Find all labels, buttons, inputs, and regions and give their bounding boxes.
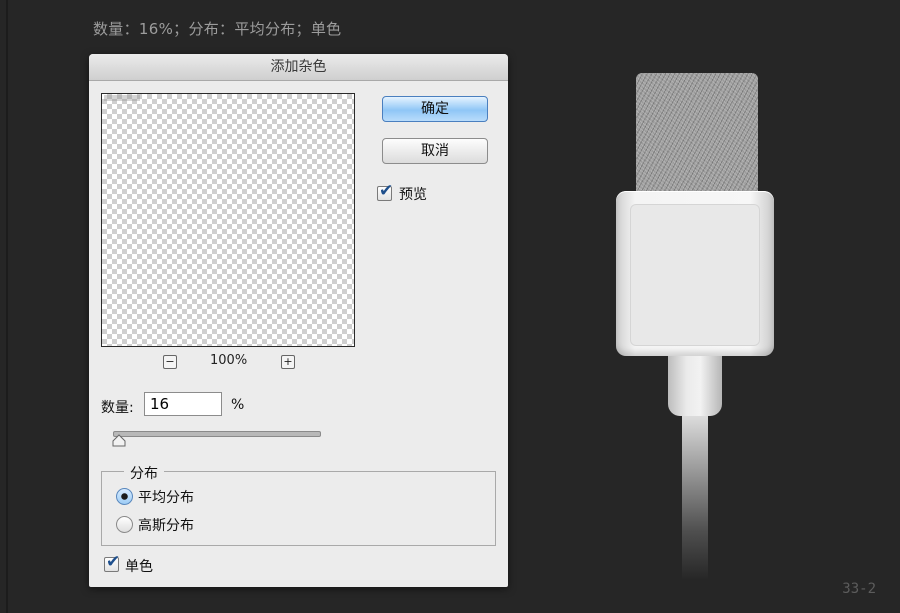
preview-canvas[interactable]: [101, 93, 355, 347]
monochromatic-checkbox[interactable]: ✔: [104, 552, 120, 572]
ok-button[interactable]: 确定: [382, 96, 488, 122]
preview-label: 预览: [399, 187, 427, 203]
amount-label: 数量:: [101, 400, 134, 416]
cancel-button[interactable]: 取消: [382, 138, 488, 164]
slider-thumb-icon[interactable]: [112, 434, 126, 448]
cable: [682, 416, 708, 580]
connector-body: [616, 191, 774, 356]
left-edge-rule: [6, 0, 8, 613]
connector-face: [630, 204, 760, 346]
zoom-out-button[interactable]: −: [163, 355, 177, 369]
checkmark-icon: ✔: [379, 181, 394, 201]
zoom-in-button[interactable]: +: [281, 355, 295, 369]
add-noise-dialog: 添加杂色 − 100% + 确定 取消 ✔ 预览 数量: % 分布 平均分布 高…: [89, 54, 508, 587]
amount-input[interactable]: [144, 392, 222, 416]
monochromatic-label: 单色: [125, 559, 153, 575]
amount-unit: %: [231, 397, 245, 413]
distribution-legend: 分布: [124, 463, 164, 483]
preview-checkbox[interactable]: ✔: [377, 181, 393, 201]
uniform-label: 平均分布: [138, 490, 194, 506]
checkmark-icon: ✔: [106, 552, 121, 572]
uniform-radio[interactable]: [116, 488, 133, 505]
page-number: 33-2: [842, 581, 876, 597]
distribution-group: 分布 平均分布 高斯分布: [101, 463, 496, 546]
gaussian-radio[interactable]: [116, 516, 133, 533]
gaussian-label: 高斯分布: [138, 518, 194, 534]
usb-connector-illustration: [610, 70, 780, 590]
noise-textured-plug: [636, 73, 758, 205]
dialog-title[interactable]: 添加杂色: [89, 54, 508, 81]
settings-caption: 数量：16%；分布：平均分布；单色: [93, 20, 342, 38]
amount-slider[interactable]: [113, 431, 321, 437]
preview-corner-marker: [104, 95, 140, 101]
zoom-level: 100%: [210, 353, 248, 368]
connector-neck: [668, 356, 722, 416]
